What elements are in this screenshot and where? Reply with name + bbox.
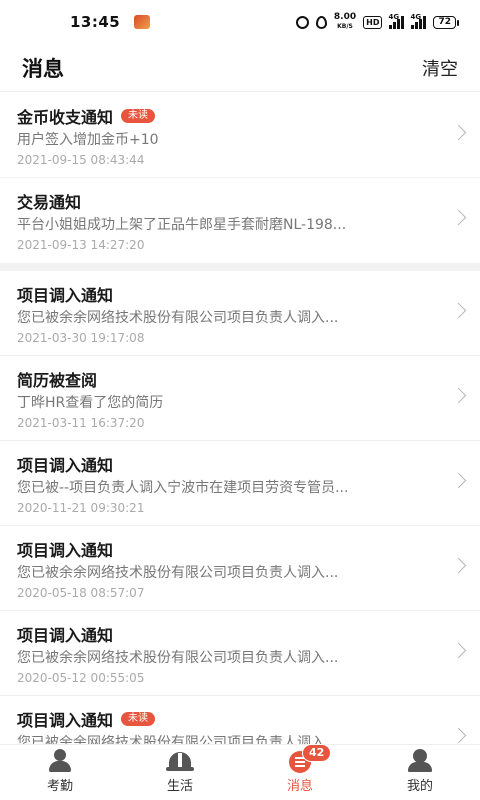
message-title: 金币收支通知 xyxy=(17,108,114,127)
message-time: 2021-03-11 16:37:20 xyxy=(17,416,145,430)
chevron-right-icon xyxy=(450,472,467,489)
message-title: 项目调入通知 xyxy=(17,456,114,475)
message-item[interactable]: 金币收支通知 未读 用户签入增加金币+10 2021-09-15 08:43:4… xyxy=(0,93,480,178)
chevron-right-icon xyxy=(450,557,467,574)
chevron-right-icon xyxy=(450,387,467,404)
message-count-badge: 42 xyxy=(302,744,332,762)
tab-life[interactable]: 生活 xyxy=(120,745,240,800)
message-time: 2021-09-15 08:43:44 xyxy=(17,153,145,167)
message-item[interactable]: 项目调入通知 您已被--项目负责人调入宁波市在建项目劳资专管员... 2020-… xyxy=(0,441,480,526)
message-body: 用户签入增加金币+10 xyxy=(17,132,159,148)
message-time: 2021-09-13 14:27:20 xyxy=(17,238,145,252)
network-speed-unit: KB/S xyxy=(337,23,353,30)
tab-label: 我的 xyxy=(406,779,433,794)
signal-icon-2: 4G xyxy=(410,12,427,29)
message-body: 丁晔HR查看了您的简历 xyxy=(17,395,164,411)
message-body: 平台小姐姐成功上架了正品牛郎星手套耐磨NL-198... xyxy=(17,217,347,233)
sim1-label: 4G xyxy=(388,12,400,21)
tab-label: 消息 xyxy=(286,779,313,794)
message-list: 金币收支通知 未读 用户签入增加金币+10 2021-09-15 08:43:4… xyxy=(0,93,480,781)
alarm-icon xyxy=(295,15,309,29)
message-body: 您已被余余网络技术股份有限公司项目负责人调入... xyxy=(17,310,339,326)
message-item[interactable]: 简历被查阅 丁晔HR查看了您的简历 2021-03-11 16:37:20 xyxy=(0,356,480,441)
message-item[interactable]: 项目调入通知 您已被余余网络技术股份有限公司项目负责人调入... 2020-05… xyxy=(0,611,480,696)
bottom-tab-bar: 考勤 生活 42 消息 我的 xyxy=(0,744,480,800)
message-title: 项目调入通知 xyxy=(17,626,114,645)
message-item[interactable]: 项目调入通知 您已被余余网络技术股份有限公司项目负责人调入... 2020-05… xyxy=(0,526,480,611)
location-icon xyxy=(315,15,327,29)
chevron-right-icon xyxy=(450,302,467,319)
chevron-right-icon xyxy=(450,209,467,226)
tab-label: 生活 xyxy=(166,779,193,794)
chevron-right-icon xyxy=(450,124,467,141)
helmet-icon xyxy=(166,749,194,773)
message-time: 2020-11-21 09:30:21 xyxy=(17,501,145,515)
message-item[interactable]: 交易通知 平台小姐姐成功上架了正品牛郎星手套耐磨NL-198... 2021-0… xyxy=(0,178,480,263)
status-time: 13:45 xyxy=(70,13,121,31)
chevron-right-icon xyxy=(450,642,467,659)
message-body: 您已被--项目负责人调入宁波市在建项目劳资专管员... xyxy=(17,480,349,496)
person-icon xyxy=(46,749,74,773)
status-indicators: 8.00 KB/S HD 4G 4G 72 xyxy=(295,12,459,31)
message-title: 交易通知 xyxy=(17,193,82,212)
status-bar: 13:45 8.00 KB/S HD 4G 4G 72 xyxy=(0,0,480,44)
message-title: 简历被查阅 xyxy=(17,371,98,390)
unread-badge: 未读 xyxy=(121,109,156,123)
page-header: 消息 清空 xyxy=(0,44,480,92)
clear-button[interactable]: 清空 xyxy=(422,55,458,81)
message-time: 2021-03-30 19:17:08 xyxy=(17,331,145,345)
message-title: 项目调入通知 xyxy=(17,286,114,305)
chevron-right-icon xyxy=(450,727,467,744)
page-title: 消息 xyxy=(22,56,64,81)
section-divider xyxy=(0,263,480,271)
app-notification-icon xyxy=(134,15,151,29)
message-time: 2020-05-12 00:55:05 xyxy=(17,671,145,685)
network-speed: 8.00 KB/S xyxy=(334,13,356,31)
tab-label: 考勤 xyxy=(46,779,73,794)
battery-icon: 72 xyxy=(433,15,459,29)
signal-icon-1: 4G xyxy=(388,12,405,29)
tab-attendance[interactable]: 考勤 xyxy=(0,745,120,800)
message-title: 项目调入通知 xyxy=(17,541,114,560)
tab-messages[interactable]: 42 消息 xyxy=(240,744,360,800)
message-body: 您已被余余网络技术股份有限公司项目负责人调入... xyxy=(17,650,339,666)
profile-icon xyxy=(406,749,434,773)
message-title: 项目调入通知 xyxy=(17,711,114,730)
hd-icon: HD xyxy=(363,15,383,29)
network-speed-value: 8.00 xyxy=(333,12,357,22)
message-time: 2020-05-18 08:57:07 xyxy=(17,586,145,600)
message-item[interactable]: 项目调入通知 您已被余余网络技术股份有限公司项目负责人调入... 2021-03… xyxy=(0,271,480,356)
sim2-label: 4G xyxy=(410,12,422,21)
message-body: 您已被余余网络技术股份有限公司项目负责人调入... xyxy=(17,565,339,581)
tab-mine[interactable]: 我的 xyxy=(360,745,480,800)
unread-badge: 未读 xyxy=(121,712,156,726)
